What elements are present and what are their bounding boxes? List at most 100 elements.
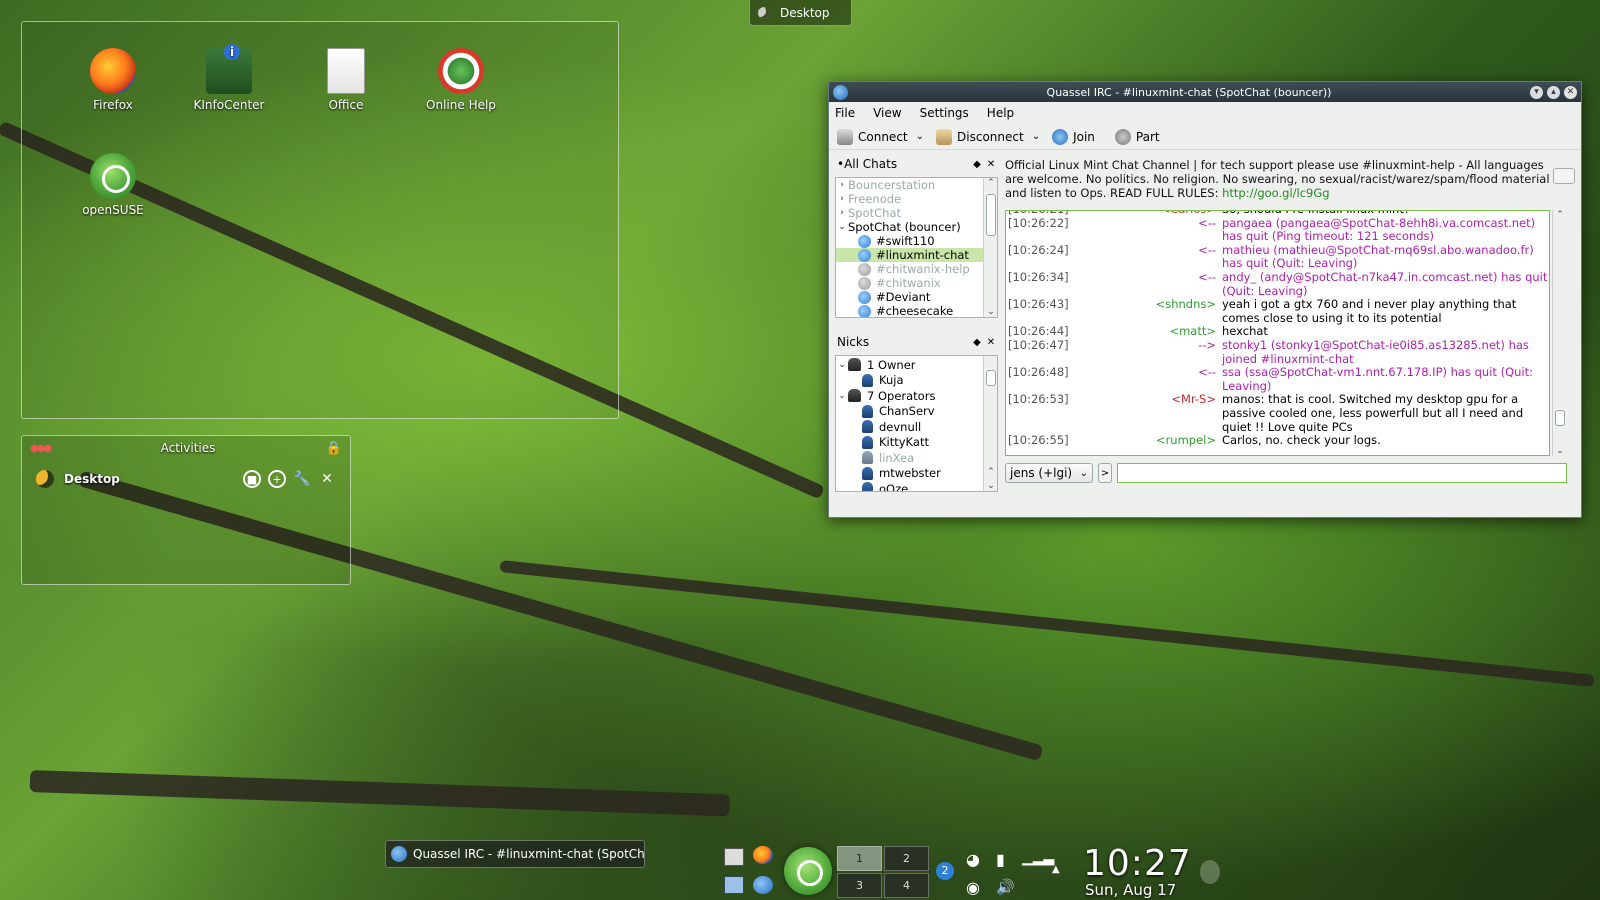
activity-item-desktop[interactable]: Desktop ■ + 🔧 ✕ bbox=[22, 460, 350, 498]
desktop-tab-label: Desktop bbox=[780, 5, 830, 20]
nick-selector[interactable]: jens (+lgi) ⌄ bbox=[1005, 463, 1093, 483]
scroll-thumb[interactable] bbox=[986, 370, 996, 386]
chevron-right-icon[interactable]: > bbox=[1098, 463, 1112, 483]
menu-help[interactable]: Help bbox=[987, 106, 1014, 120]
close-icon[interactable]: ✕ bbox=[318, 470, 336, 488]
disconnect-dropdown-icon[interactable]: ⌄ bbox=[1032, 131, 1040, 142]
pager-desktop-4[interactable]: 4 bbox=[884, 873, 929, 898]
scroll-up-icon[interactable]: ⌃ bbox=[984, 178, 997, 188]
scroll-down-icon[interactable]: ⌄ bbox=[1553, 446, 1567, 456]
chevron-down-icon[interactable]: ⌄ bbox=[836, 358, 848, 372]
connect-button[interactable]: Connect bbox=[837, 128, 908, 145]
nick-group[interactable]: ⌄ 7 Operators bbox=[836, 388, 997, 404]
battery-icon[interactable]: ▮ bbox=[996, 850, 1016, 869]
scroll-down-icon[interactable]: ⌄ bbox=[984, 481, 997, 491]
edit-topic-button[interactable] bbox=[1553, 168, 1575, 184]
chevron-down-icon[interactable]: ⌄ bbox=[836, 389, 848, 403]
window-titlebar[interactable]: Quassel IRC - #linuxmint-chat (SpotChat … bbox=[829, 82, 1581, 102]
desktop-icon-online-help[interactable]: Online Help bbox=[411, 48, 511, 112]
channel-item[interactable]: #Deviant bbox=[836, 290, 997, 304]
scroll-up-icon[interactable]: ⌃ bbox=[1553, 210, 1567, 220]
notifications-badge[interactable]: 2 bbox=[936, 862, 954, 880]
notes-icon[interactable] bbox=[724, 876, 744, 894]
quassel-app-icon[interactable] bbox=[833, 84, 848, 100]
nick-item[interactable]: Kuja bbox=[836, 373, 997, 389]
chats-dock-title[interactable]: All Chats bbox=[844, 157, 970, 171]
join-button[interactable]: Join bbox=[1052, 128, 1095, 145]
channel-item[interactable]: #chitwanix-help bbox=[836, 262, 997, 276]
desktop-icon-kinfocenter[interactable]: KInfoCenter bbox=[179, 44, 279, 112]
chevron-down-icon[interactable]: ⌄ bbox=[836, 220, 848, 234]
scroll-down-icon[interactable]: ⌄ bbox=[984, 307, 997, 317]
network-item[interactable]: › Freenode bbox=[836, 192, 997, 206]
volume-icon[interactable]: 🔊 bbox=[996, 878, 1016, 896]
mail-icon[interactable] bbox=[724, 848, 744, 866]
configure-wrench-icon[interactable]: 🔧 bbox=[293, 470, 311, 488]
nick-group[interactable]: ⌄ 1 Owner bbox=[836, 357, 997, 373]
nick-item[interactable]: KittyKatt bbox=[836, 435, 997, 451]
network-item[interactable]: ⌄ SpotChat (bouncer) bbox=[836, 220, 997, 234]
nick-list-scrollbar[interactable]: ⌃ ⌄ bbox=[983, 356, 997, 491]
channel-item[interactable]: #swift110 bbox=[836, 234, 997, 248]
float-dock-icon[interactable]: ◆ bbox=[970, 159, 984, 170]
add-activity-button[interactable]: + bbox=[268, 470, 286, 488]
menu-settings[interactable]: Settings bbox=[920, 106, 969, 120]
scroll-thumb[interactable] bbox=[1555, 410, 1565, 426]
clock-date[interactable]: Sun, Aug 17 bbox=[1085, 881, 1176, 899]
pager-desktop-3[interactable]: 3 bbox=[837, 873, 882, 898]
desktop-icon-firefox[interactable]: Firefox bbox=[63, 48, 163, 112]
signal-strength-icon[interactable]: ▁▂▃ bbox=[1022, 850, 1054, 868]
clock-time[interactable]: 10:27 bbox=[1083, 843, 1192, 884]
firefox-icon[interactable] bbox=[753, 846, 773, 864]
nick-item[interactable]: devnull bbox=[836, 419, 997, 435]
float-dock-icon[interactable]: ◆ bbox=[970, 337, 984, 348]
record-icon[interactable]: ◉ bbox=[966, 878, 986, 897]
scroll-up-icon[interactable]: ⌃ bbox=[984, 467, 997, 477]
nick-item[interactable]: ChanServ bbox=[836, 404, 997, 420]
chevron-right-icon[interactable]: › bbox=[836, 178, 848, 192]
part-button[interactable]: Part bbox=[1114, 128, 1160, 145]
chat-buffer[interactable]: [10:26:21]<Carlos>So, should I re-instal… bbox=[1005, 210, 1550, 456]
desktop-icon-opensuse[interactable]: openSUSE bbox=[63, 153, 163, 217]
taskbar-item-quassel[interactable]: Quassel IRC - #linuxmint-chat (SpotChat … bbox=[385, 840, 645, 868]
connect-dropdown-icon[interactable]: ⌄ bbox=[916, 131, 924, 142]
minimize-button[interactable]: ▾ bbox=[1530, 85, 1543, 99]
stop-activity-button[interactable]: ■ bbox=[243, 470, 261, 488]
menu-view[interactable]: View bbox=[873, 106, 901, 120]
pager-desktop-1[interactable]: 1 bbox=[837, 846, 882, 871]
chevron-right-icon[interactable]: › bbox=[836, 192, 848, 206]
nick-item[interactable]: mtwebster bbox=[836, 466, 997, 482]
close-window-button[interactable]: ✕ bbox=[1564, 85, 1577, 99]
menu-file[interactable]: File bbox=[835, 106, 855, 120]
opensuse-icon bbox=[90, 153, 136, 199]
pager-desktop-2[interactable]: 2 bbox=[884, 846, 929, 871]
lock-icon[interactable]: 🔒 bbox=[326, 441, 342, 456]
maximize-button[interactable]: ▴ bbox=[1547, 85, 1560, 99]
topic-link[interactable]: http://goo.gl/lc9Gg bbox=[1222, 186, 1329, 200]
close-icon[interactable]: ✕ bbox=[984, 337, 998, 348]
quassel-icon[interactable] bbox=[753, 876, 773, 894]
panel-toolbox-icon[interactable] bbox=[1200, 860, 1220, 884]
desktop-icon-office[interactable]: Office bbox=[296, 48, 396, 112]
chevron-right-icon[interactable]: › bbox=[836, 206, 848, 220]
chats-dock-header: • All Chats ◆ ✕ bbox=[835, 156, 998, 172]
chat-list-scrollbar[interactable]: ⌃ ⌄ bbox=[983, 178, 997, 317]
user-icon bbox=[862, 466, 873, 480]
nick-label: ChanServ bbox=[879, 404, 935, 419]
channel-item[interactable]: #cheesecake bbox=[836, 304, 997, 317]
nick-item[interactable]: oOze bbox=[836, 481, 997, 491]
expand-tray-icon[interactable]: ▲ bbox=[1052, 864, 1072, 882]
channel-item[interactable]: #chitwanix bbox=[836, 276, 997, 290]
nick-item[interactable]: linXea bbox=[836, 450, 997, 466]
desktop-toolbox-tab[interactable]: Desktop bbox=[749, 0, 852, 26]
disconnect-button[interactable]: Disconnect bbox=[936, 128, 1024, 145]
network-item[interactable]: › Bouncerstation bbox=[836, 178, 997, 192]
network-item[interactable]: › SpotChat bbox=[836, 206, 997, 220]
chat-buffer-scrollbar[interactable]: ⌃ ⌄ bbox=[1552, 210, 1566, 456]
application-launcher-button[interactable] bbox=[784, 847, 832, 895]
close-icon[interactable]: ✕ bbox=[984, 159, 998, 170]
scroll-thumb[interactable] bbox=[986, 194, 996, 236]
network-icon[interactable]: ◕ bbox=[966, 850, 986, 869]
message-input[interactable] bbox=[1117, 463, 1567, 483]
channel-item[interactable]: #linuxmint-chat bbox=[836, 248, 997, 262]
